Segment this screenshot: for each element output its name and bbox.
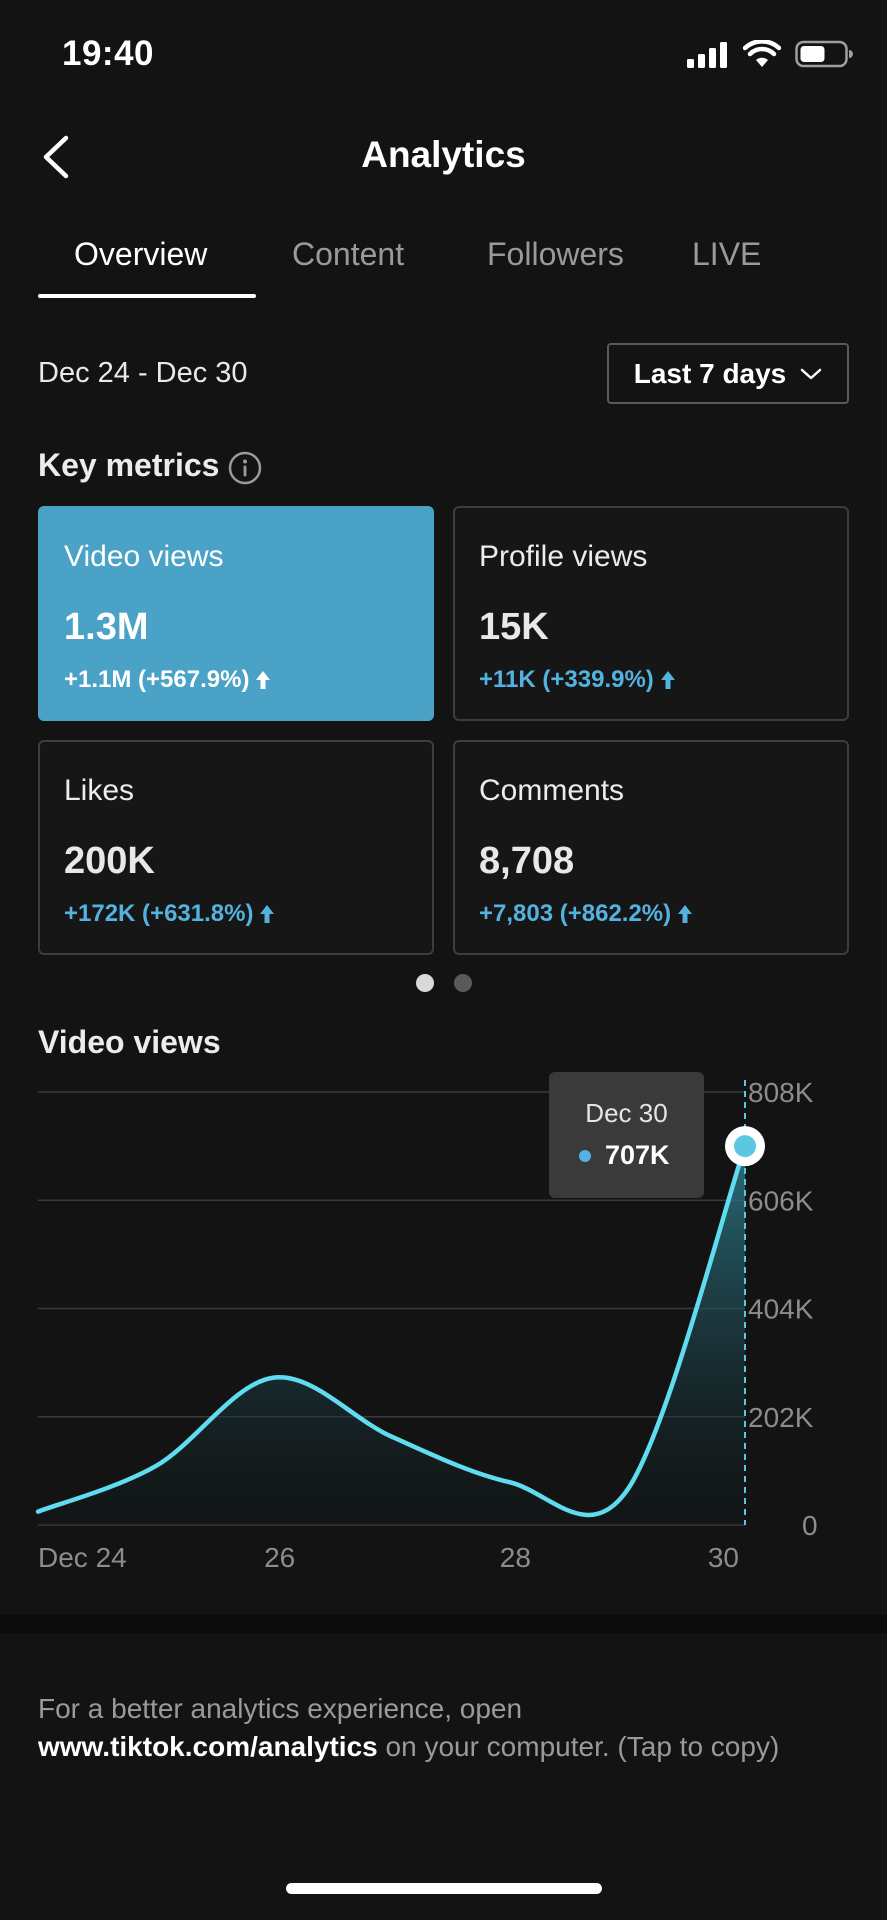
chart-tooltip: Dec 30 707K [549, 1072, 704, 1198]
metric-label: Video views [64, 540, 224, 573]
tooltip-value-row: 707K [579, 1140, 670, 1171]
page-title: Analytics [361, 134, 526, 175]
video-views-chart[interactable]: 808K 606K 404K 202K 0 Dec 24 26 28 30 [0, 1060, 887, 1590]
metric-card-comments[interactable]: Comments 8,708 +7,803 (+862.2%) [453, 740, 849, 955]
tooltip-date: Dec 30 [585, 1098, 668, 1128]
y-tick-label: 404K [748, 1294, 814, 1325]
hint-text-before: For a better analytics experience, open [38, 1693, 523, 1724]
chevron-down-icon [801, 368, 822, 379]
chart-canvas[interactable]: 808K 606K 404K 202K 0 Dec 24 26 28 30 [0, 1060, 887, 1590]
metric-label: Comments [479, 774, 625, 807]
tab-live[interactable]: LIVE [692, 236, 761, 273]
metric-label: Profile views [479, 540, 648, 573]
status-icons [687, 40, 853, 68]
metric-change: +7,803 (+862.2%) [479, 900, 693, 928]
active-tab-indicator [38, 294, 256, 298]
arrow-up-icon [678, 905, 693, 923]
period-dropdown-label: Last 7 days [633, 357, 787, 389]
x-tick-label: Dec 24 [38, 1542, 127, 1573]
chart-title: Video views [38, 1024, 221, 1060]
metric-change-text: +7,803 (+862.2%) [479, 900, 672, 927]
x-tick-label: 26 [264, 1542, 295, 1573]
tooltip-value: 707K [605, 1140, 670, 1170]
metric-change: +11K (+339.9%) [479, 666, 676, 694]
status-bar: 19:40 [0, 0, 887, 100]
info-button[interactable] [228, 451, 262, 485]
arrow-up-icon [260, 905, 275, 923]
metric-change-text: +1.1M (+567.9%) [64, 666, 250, 693]
y-tick-label: 0 [802, 1510, 818, 1541]
metric-value: 200K [64, 840, 155, 882]
page-dot[interactable] [453, 974, 472, 992]
metric-change: +172K (+631.8%) [64, 900, 275, 928]
x-tick-label: 28 [500, 1542, 531, 1573]
section-divider [0, 1615, 887, 1633]
metric-card-video-views[interactable]: Video views 1.3M +1.1M (+567.9%) [38, 506, 434, 721]
tab-overview[interactable]: Overview [74, 236, 207, 273]
status-time: 19:40 [62, 34, 155, 73]
arrow-up-icon [660, 671, 675, 689]
metric-change-text: +172K (+631.8%) [64, 900, 254, 927]
tab-bar: Overview Content Followers LIVE [38, 232, 849, 302]
page-dot-active[interactable] [415, 974, 434, 992]
web-analytics-hint[interactable]: For a better analytics experience, open … [38, 1690, 858, 1766]
highlight-point[interactable] [734, 1135, 756, 1158]
hint-text-after: on your computer. (Tap to copy) [377, 1731, 780, 1762]
cellular-signal-icon [687, 42, 727, 68]
tab-content[interactable]: Content [292, 236, 404, 273]
tab-followers[interactable]: Followers [487, 236, 624, 273]
date-range: Dec 24 - Dec 30 [38, 357, 248, 389]
series-color-dot [579, 1149, 591, 1162]
info-icon [228, 451, 262, 485]
key-metrics-title: Key metrics [38, 447, 220, 483]
y-tick-label: 606K [748, 1185, 814, 1216]
wifi-icon [743, 40, 781, 67]
home-indicator[interactable] [286, 1883, 602, 1894]
metric-value: 1.3M [64, 606, 149, 648]
metric-card-likes[interactable]: Likes 200K +172K (+631.8%) [38, 740, 434, 955]
metric-change-text: +11K (+339.9%) [479, 666, 654, 693]
x-tick-label: 30 [708, 1542, 739, 1573]
metric-label: Likes [64, 774, 135, 807]
y-tick-label: 808K [748, 1077, 814, 1108]
metric-value: 15K [479, 606, 549, 648]
metric-value: 8,708 [479, 840, 575, 882]
page-indicator[interactable] [0, 974, 887, 992]
metric-card-profile-views[interactable]: Profile views 15K +11K (+339.9%) [453, 506, 849, 721]
period-dropdown[interactable]: Last 7 days [607, 343, 849, 404]
metric-change: +1.1M (+567.9%) [64, 666, 271, 694]
analytics-screen: 19:40 Analytics Overview Content Followe… [0, 0, 887, 1920]
arrow-up-icon [256, 671, 271, 689]
battery-icon [795, 40, 853, 68]
y-tick-label: 202K [748, 1402, 814, 1433]
analytics-link[interactable]: www.tiktok.com/analytics [38, 1731, 378, 1762]
